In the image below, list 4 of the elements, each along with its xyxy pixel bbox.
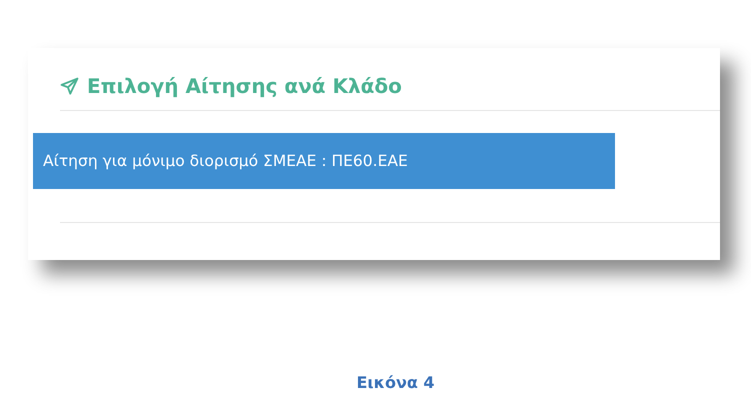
- paper-plane-icon: [60, 76, 79, 96]
- application-item[interactable]: Αίτηση για μόνιμο διορισμό ΣΜΕΑΕ : ΠΕ60.ΕΑΕ: [33, 133, 615, 189]
- figure-caption: Εικόνα 4: [355, 373, 435, 392]
- panel-title: Επιλογή Αίτησης ανά Κλάδο: [87, 74, 402, 98]
